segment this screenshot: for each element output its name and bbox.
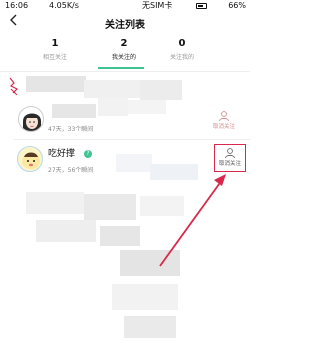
battery-icon bbox=[196, 3, 207, 9]
blurred-region bbox=[120, 250, 180, 276]
blurred-region bbox=[36, 220, 96, 242]
tab-count: 0 bbox=[178, 38, 186, 49]
tab-label: 相互关注 bbox=[42, 54, 67, 61]
tab-followers[interactable]: 0 关注我的 bbox=[142, 38, 222, 62]
info-icon[interactable]: ? bbox=[84, 150, 92, 158]
unfollow-button[interactable]: 取消关注 bbox=[207, 110, 241, 131]
avatar[interactable] bbox=[18, 106, 44, 132]
highlight-box bbox=[214, 144, 246, 172]
annotation-mark bbox=[9, 77, 19, 96]
unfollow-label: 取消关注 bbox=[212, 124, 235, 130]
blurred-region bbox=[52, 104, 96, 118]
blurred-region bbox=[26, 192, 84, 214]
list-item-name: 吃好撑 bbox=[48, 149, 76, 159]
status-time: 16:06 bbox=[5, 1, 29, 10]
status-bar: 16:06 4.05K/s 无SIM卡 66% bbox=[0, 0, 250, 12]
blurred-region bbox=[116, 154, 152, 172]
blurred-region bbox=[98, 98, 128, 116]
avatar-image bbox=[23, 113, 41, 131]
blurred-region bbox=[100, 226, 140, 246]
header: 关注列表 bbox=[0, 12, 250, 34]
blurred-region bbox=[84, 194, 136, 220]
blurred-region bbox=[140, 80, 182, 100]
blurred-region bbox=[124, 316, 176, 338]
tab-label: 关注我的 bbox=[169, 54, 194, 61]
list-item-meta: 27天，56个瞬间 bbox=[48, 167, 94, 174]
blurred-region bbox=[26, 76, 86, 92]
blurred-region bbox=[84, 80, 140, 98]
blurred-region bbox=[150, 164, 198, 180]
avatar[interactable] bbox=[17, 146, 43, 172]
avatar-image bbox=[22, 152, 40, 169]
tab-bar: 1 相互关注 2 我关注的 0 关注我的 bbox=[0, 38, 250, 70]
network-speed: 4.05K/s bbox=[49, 1, 79, 10]
divider bbox=[14, 139, 250, 140]
divider bbox=[0, 71, 250, 72]
tab-count: 1 bbox=[51, 38, 59, 49]
page-title: 关注列表 bbox=[105, 20, 145, 31]
blurred-region bbox=[112, 284, 178, 310]
carrier-label: 无SIM卡 bbox=[142, 1, 173, 10]
battery-level: 66% bbox=[228, 1, 246, 10]
blurred-region bbox=[140, 196, 184, 216]
tab-mutual[interactable]: 1 相互关注 bbox=[15, 38, 95, 62]
blurred-region bbox=[128, 100, 166, 114]
list-item-meta: 47天，33个瞬间 bbox=[48, 126, 94, 133]
active-tab-indicator bbox=[98, 67, 144, 69]
user-icon bbox=[219, 111, 229, 122]
